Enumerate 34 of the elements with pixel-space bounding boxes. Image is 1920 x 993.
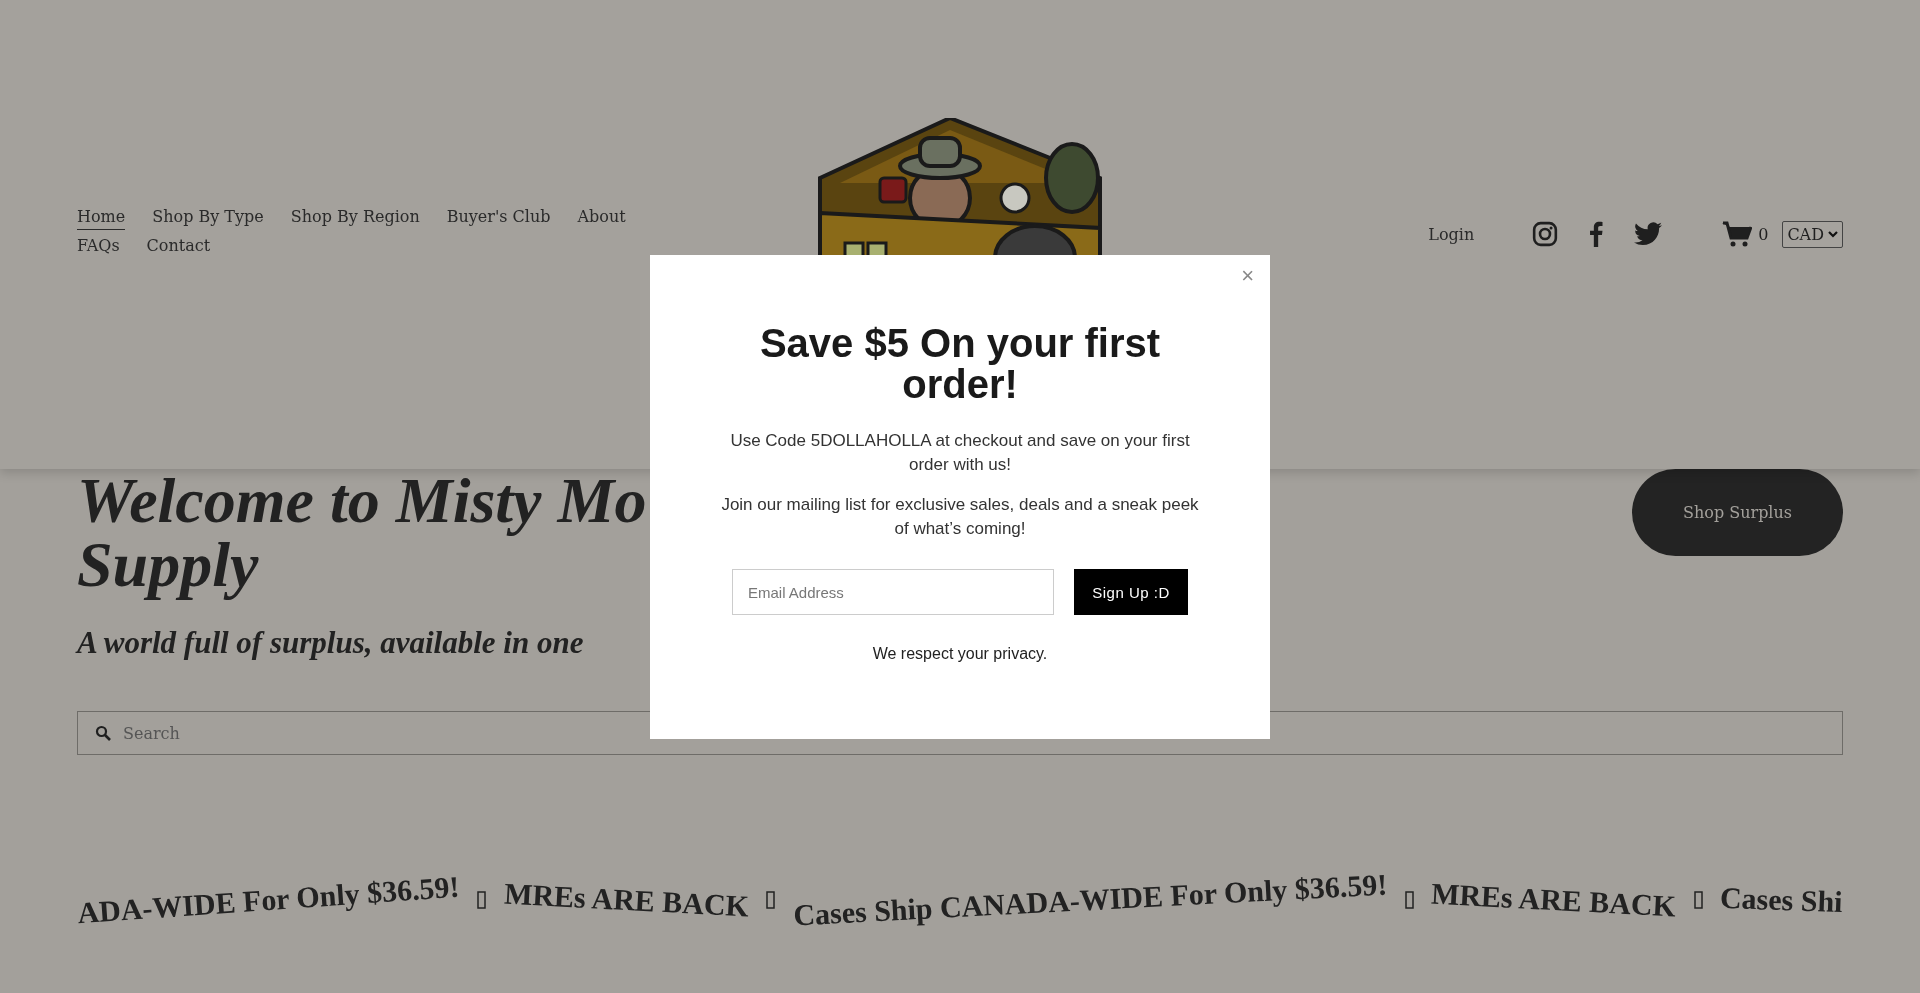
close-button[interactable]: × — [1237, 265, 1258, 287]
rectangle-icon — [1404, 891, 1414, 909]
sign-up-button[interactable]: Sign Up :D — [1074, 569, 1188, 615]
announcement-text: MREs ARE BACK — [503, 876, 750, 924]
tagline: A world full of surplus, available in one — [77, 625, 585, 661]
nav-link[interactable]: About — [577, 207, 626, 230]
popup-text: Use Code 5DOLLAHOLLA at checkout and save on your first order with us! — [729, 430, 1191, 476]
nav-link[interactable]: Shop By Type — [152, 207, 264, 230]
rectangle-icon — [1693, 891, 1703, 909]
nav-link[interactable]: Home — [77, 207, 126, 230]
currency-select[interactable]: CAD — [1782, 220, 1843, 248]
email-field[interactable]: Email Address — [732, 569, 1054, 615]
cart-icon[interactable] — [1722, 221, 1753, 247]
login-link[interactable]: Login — [1428, 224, 1475, 244]
instagram-icon[interactable] — [1532, 221, 1559, 247]
popup-title: Save $5 On your first order! — [758, 323, 1162, 405]
popup-text: Join our mailing list for exclusive sales, deals and a sneak peek of what’s coming! — [720, 494, 1200, 540]
announcement-text: Cases Ship CANADA-WIDE For Only $36.59! — [792, 867, 1388, 933]
rectangle-icon — [766, 891, 776, 909]
rectangle-icon — [477, 891, 487, 909]
announcement-text: MREs ARE BACK — [1430, 876, 1678, 924]
chevron-icon — [1828, 230, 1838, 238]
cart-count: 0 — [1758, 224, 1769, 244]
nav-link[interactable]: Buyer's Club — [446, 207, 551, 230]
nav-link[interactable]: FAQs — [77, 236, 120, 259]
search-icon — [95, 725, 111, 741]
nav-link[interactable]: Contact — [146, 236, 211, 259]
announcement-text: Cases Shi — [1719, 880, 1844, 920]
announcement-text: ADA-WIDE For Only $36.59! — [76, 869, 461, 931]
shop-surplus-button[interactable]: Shop Surplus — [1632, 469, 1843, 556]
twitter-icon[interactable] — [1634, 222, 1663, 246]
privacy-note: We respect your privacy. — [872, 645, 1048, 663]
facebook-icon[interactable] — [1588, 221, 1605, 247]
nav-link[interactable]: Shop By Region — [290, 207, 420, 230]
